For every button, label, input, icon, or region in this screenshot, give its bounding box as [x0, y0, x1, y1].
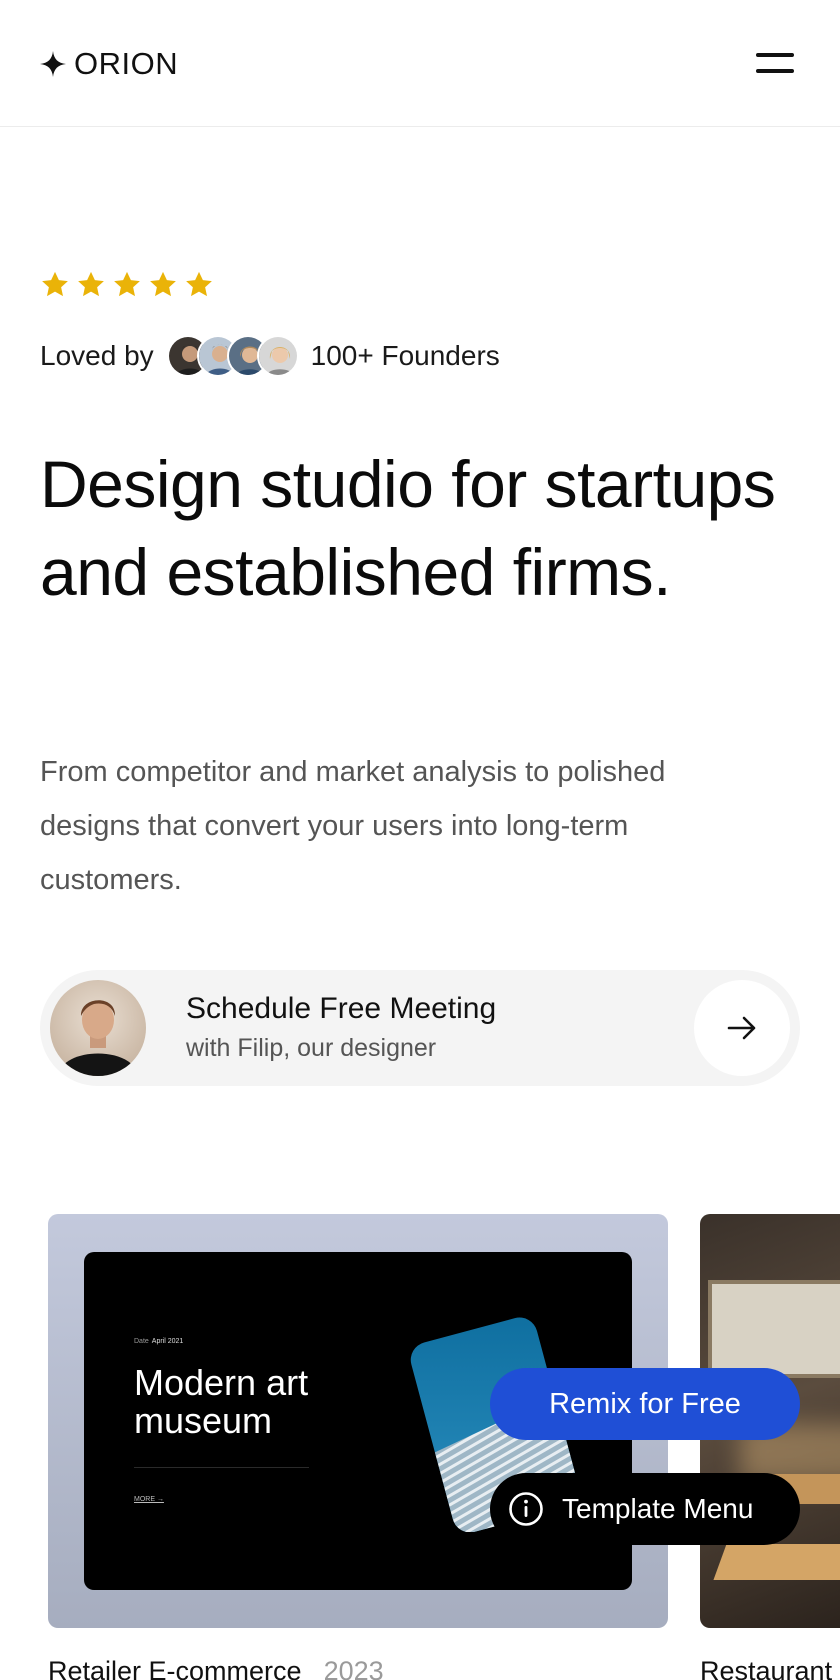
founders-count: 100+ Founders: [310, 340, 500, 371]
avatar: [256, 335, 299, 377]
arrow-button[interactable]: [694, 980, 790, 1076]
template-menu-label: Template Menu: [562, 1493, 754, 1524]
preview-title: Modern art museum: [134, 1362, 309, 1441]
preview-more-link: MORE →: [134, 1496, 164, 1503]
star-icon: [114, 271, 140, 297]
star-icon: [78, 271, 104, 297]
hamburger-menu-icon[interactable]: [756, 50, 794, 76]
preview-date: Date April 2021: [134, 1338, 184, 1345]
loved-by-label: Loved by: [40, 340, 154, 371]
cta-title: Schedule Free Meeting: [186, 992, 497, 1025]
arrow-right-icon: [727, 1016, 756, 1040]
founder-avatars: [166, 335, 299, 377]
divider: [134, 1467, 309, 1468]
star-icon: [150, 271, 176, 297]
cta-subtitle: with Filip, our designer: [186, 1034, 437, 1062]
info-icon: [509, 1492, 543, 1526]
star-rating: [40, 270, 214, 300]
template-menu-button[interactable]: Template Menu: [490, 1473, 800, 1545]
logo-text: ORION: [74, 46, 179, 81]
star-icon: [42, 271, 68, 297]
site-header: ORION: [0, 0, 840, 127]
logo[interactable]: ORION: [40, 46, 178, 82]
star-icon: [186, 271, 212, 297]
hero-headline: Design studio for startups and establish…: [40, 447, 776, 609]
sparkle-icon: [40, 51, 66, 77]
social-proof: Loved by 100+ Founders: [40, 334, 500, 378]
project-caption: Retailer E-commerce 2023: [48, 1656, 384, 1680]
wall-scroll: [712, 1284, 840, 1374]
project-year: 2023: [323, 1656, 384, 1680]
remix-button[interactable]: Remix for Free: [490, 1368, 800, 1440]
hero-subtext: From competitor and market analysis to p…: [40, 756, 666, 896]
schedule-meeting-button[interactable]: Schedule Free Meeting with Filip, our de…: [40, 970, 800, 1086]
project-caption: Restaurant: [700, 1656, 833, 1680]
designer-avatar: [50, 980, 146, 1076]
table: [713, 1544, 840, 1580]
